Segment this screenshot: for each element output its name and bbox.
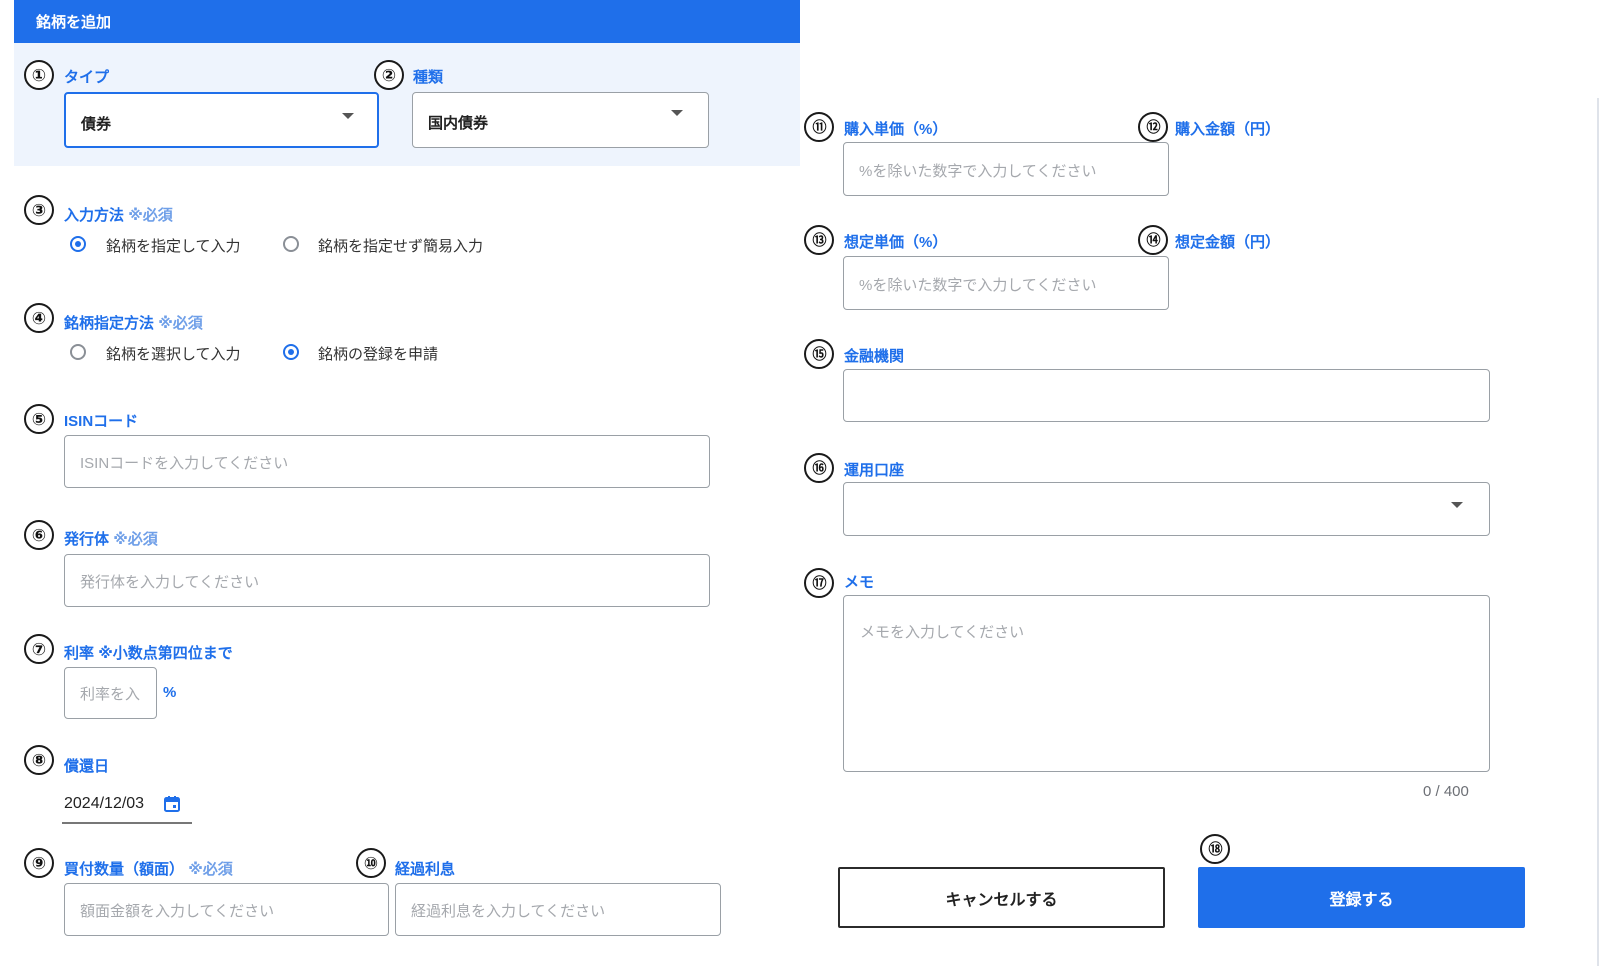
marker-10: ⑩ xyxy=(356,848,386,878)
marker-5: ⑤ xyxy=(24,404,54,434)
purchase-price-label: 購入単価（%） xyxy=(844,121,948,138)
add-security-dialog: 銘柄を追加 ① タイプ 債券 ② 種類 国内債券 ③ 入力方法 ※必須 銘柄を指… xyxy=(0,0,1600,966)
radio-simple-input-label: 銘柄を指定せず簡易入力 xyxy=(318,238,484,255)
required-note: ※必須 xyxy=(113,531,158,548)
radio-request-registration[interactable] xyxy=(283,344,299,360)
rate-label: 利率 ※小数点第四位まで xyxy=(64,642,233,663)
radio-simple-input[interactable] xyxy=(283,236,299,252)
marker-17: ⑰ xyxy=(804,568,834,598)
radio-specify-security[interactable] xyxy=(70,236,86,252)
memo-textarea[interactable]: メモを入力してください xyxy=(843,595,1490,772)
memo-placeholder: メモを入力してください xyxy=(860,624,1025,641)
marker-3: ③ xyxy=(24,195,54,225)
accrued-input[interactable]: 経過利息を入力してください xyxy=(395,883,721,936)
type-select[interactable]: 債券 xyxy=(64,92,379,148)
dialog-title: 銘柄を追加 xyxy=(36,14,112,31)
designation-method-label: 銘柄指定方法 ※必須 xyxy=(64,312,203,333)
account-label: 運用口座 xyxy=(844,462,905,479)
memo-label: メモ xyxy=(844,574,875,591)
designation-method-label-text: 銘柄指定方法 xyxy=(64,315,155,332)
accrued-placeholder: 経過利息を入力してください xyxy=(411,903,606,920)
date-underline xyxy=(62,822,192,824)
marker-16: ⑯ xyxy=(804,453,834,483)
required-note: ※必須 xyxy=(128,207,173,224)
marker-6: ⑥ xyxy=(24,520,54,550)
quantity-placeholder: 額面金額を入力してください xyxy=(80,903,275,920)
isin-label: ISINコード xyxy=(64,413,139,430)
institution-input[interactable] xyxy=(843,369,1490,422)
rate-placeholder: 利率を入 xyxy=(80,686,141,703)
required-note: ※必須 xyxy=(158,315,203,332)
purchase-amount-label: 購入金額（円） xyxy=(1175,121,1281,138)
purchase-price-input[interactable]: %を除いた数字で入力してください xyxy=(843,142,1169,196)
account-select[interactable] xyxy=(843,482,1490,536)
rate-input[interactable]: 利率を入 xyxy=(64,667,157,719)
estimated-price-label: 想定単価（%） xyxy=(844,234,948,251)
kind-select-value: 国内債券 xyxy=(428,115,489,132)
marker-8: ⑧ xyxy=(24,745,54,775)
marker-1: ① xyxy=(24,60,54,90)
estimated-price-placeholder: %を除いた数字で入力してください xyxy=(859,277,1097,294)
scrollbar-track[interactable] xyxy=(1597,98,1599,966)
marker-15: ⑮ xyxy=(804,339,834,369)
cancel-button[interactable]: キャンセルする xyxy=(838,867,1165,928)
dialog-header: 銘柄を追加 xyxy=(14,0,800,43)
radio-select-security[interactable] xyxy=(70,344,86,360)
issuer-label: 発行体 ※必須 xyxy=(64,528,158,549)
rate-note: ※小数点第四位まで xyxy=(98,645,233,662)
radio-specify-security-label: 銘柄を指定して入力 xyxy=(106,238,241,255)
purchase-price-placeholder: %を除いた数字で入力してください xyxy=(859,163,1097,180)
type-select-value: 債券 xyxy=(81,116,112,133)
marker-9: ⑨ xyxy=(24,848,54,878)
issuer-label-text: 発行体 xyxy=(64,531,110,548)
institution-label: 金融機関 xyxy=(844,348,905,365)
marker-11: ⑪ xyxy=(804,112,834,142)
marker-13: ⑬ xyxy=(804,225,834,255)
chevron-down-icon xyxy=(1451,502,1463,508)
marker-12: ⑫ xyxy=(1138,112,1168,142)
isin-placeholder: ISINコードを入力してください xyxy=(80,455,289,472)
quantity-label: 買付数量（額面） ※必須 xyxy=(64,858,233,879)
calendar-icon[interactable] xyxy=(164,796,180,812)
accrued-label: 経過利息 xyxy=(395,861,456,878)
estimated-amount-label: 想定金額（円） xyxy=(1175,234,1281,251)
estimated-price-input[interactable]: %を除いた数字で入力してください xyxy=(843,256,1169,310)
quantity-input[interactable]: 額面金額を入力してください xyxy=(64,883,389,936)
memo-char-counter: 0 / 400 xyxy=(1423,783,1469,800)
kind-label: 種類 xyxy=(413,69,444,86)
issuer-input[interactable]: 発行体を入力してください xyxy=(64,554,710,607)
required-note: ※必須 xyxy=(188,861,233,878)
marker-14: ⑭ xyxy=(1138,225,1168,255)
radio-select-security-label: 銘柄を選択して入力 xyxy=(106,346,241,363)
input-method-label-text: 入力方法 xyxy=(64,207,125,224)
quantity-label-text: 買付数量（額面） xyxy=(64,861,185,878)
rate-label-text: 利率 xyxy=(64,645,95,662)
chevron-down-icon xyxy=(342,113,354,119)
rate-unit: % xyxy=(163,684,177,701)
marker-18: ⑱ xyxy=(1200,834,1230,864)
redemption-date-value[interactable]: 2024/12/03 xyxy=(64,795,144,813)
marker-7: ⑦ xyxy=(24,634,54,664)
marker-2: ② xyxy=(374,60,404,90)
input-method-label: 入力方法 ※必須 xyxy=(64,204,173,225)
issuer-placeholder: 発行体を入力してください xyxy=(80,574,260,591)
register-button[interactable]: 登録する xyxy=(1198,867,1525,928)
kind-select[interactable]: 国内債券 xyxy=(412,92,709,148)
chevron-down-icon xyxy=(671,110,683,116)
redemption-label: 償還日 xyxy=(64,758,110,775)
radio-request-registration-label: 銘柄の登録を申請 xyxy=(318,346,439,363)
marker-4: ④ xyxy=(24,303,54,333)
isin-input[interactable]: ISINコードを入力してください xyxy=(64,435,710,488)
type-label: タイプ xyxy=(64,69,110,86)
